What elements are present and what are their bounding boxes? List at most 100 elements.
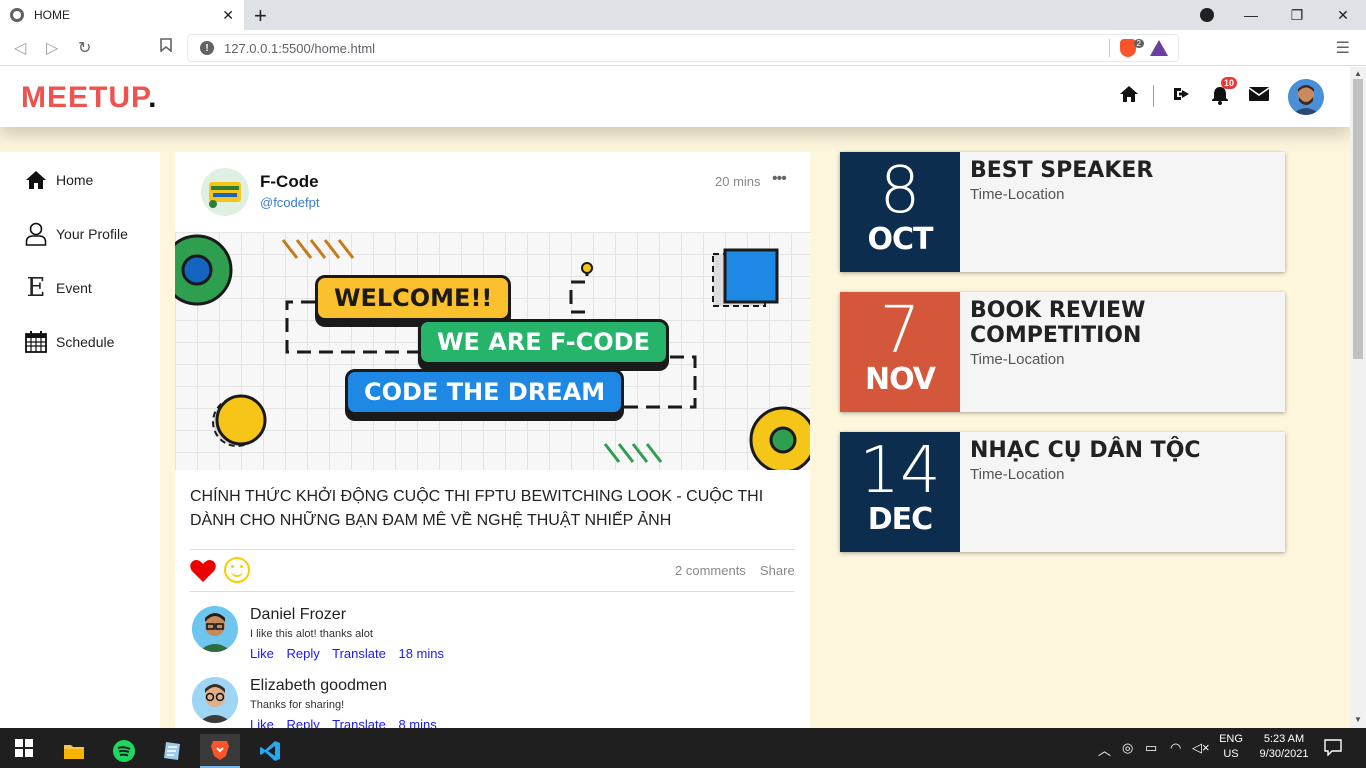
back-icon[interactable]: ◁ <box>14 38 26 58</box>
bookmark-icon[interactable] <box>160 38 172 57</box>
sidebar-item-label: Your Profile <box>56 226 128 242</box>
event-location: Time-Location <box>970 351 1065 368</box>
comment-reply-link[interactable]: Reply <box>286 717 319 728</box>
comment-text: Thanks for sharing! <box>250 699 345 711</box>
commenter-avatar[interactable] <box>192 606 238 652</box>
sidebar-item-label: Schedule <box>56 334 115 350</box>
comment-like-link[interactable]: Like <box>250 646 274 661</box>
sidebar-item-schedule[interactable]: Schedule <box>24 330 114 354</box>
event-month: NOV <box>864 362 936 397</box>
meet-now-icon[interactable]: ◎ <box>1122 740 1133 756</box>
sidebar-item-home[interactable]: Home <box>24 168 93 192</box>
sidebar-item-label: Home <box>56 172 94 188</box>
post-banner-image: WELCOME!! WE ARE F-CODE CODE THE DREAM <box>175 232 810 470</box>
clock-date: 9/30/2021 <box>1259 748 1309 760</box>
vscode-icon[interactable] <box>250 734 290 768</box>
keyboard-layout: US <box>1223 748 1239 760</box>
home-icon <box>24 168 48 192</box>
event-location: Time-Location <box>970 466 1065 483</box>
chevron-down-icon[interactable] <box>1184 0 1230 30</box>
notification-center-icon[interactable] <box>1324 738 1342 759</box>
post-author-handle[interactable]: @fcodefpt <box>260 195 319 210</box>
browser-tab-home[interactable]: HOME ✕ <box>0 0 244 30</box>
user-icon <box>24 222 48 246</box>
sidebar-item-event[interactable]: E Event <box>24 273 92 303</box>
omnibox[interactable]: ! 127.0.0.1:5500/home.html 2 <box>187 34 1179 62</box>
url-text[interactable]: 127.0.0.1:5500/home.html <box>224 41 1109 56</box>
scroll-up-icon[interactable]: ▲ <box>1354 69 1362 78</box>
heart-icon[interactable] <box>190 559 216 590</box>
comments-count[interactable]: 2 comments <box>675 563 746 578</box>
post-author-name[interactable]: F-Code <box>260 172 319 192</box>
battery-icon[interactable]: ▭ <box>1145 740 1157 756</box>
sidebar-item-label: Event <box>56 280 92 296</box>
home-icon[interactable] <box>1119 85 1139 109</box>
windows-start-icon[interactable] <box>4 728 44 768</box>
brave-shield-icon[interactable]: 2 <box>1120 39 1144 57</box>
wifi-icon[interactable]: ◠ <box>1170 740 1181 756</box>
spotify-icon[interactable] <box>104 734 144 768</box>
logout-icon[interactable] <box>1172 85 1192 109</box>
language-indicator[interactable]: ENG US <box>1216 733 1246 760</box>
clock[interactable]: 5:23 AM 9/30/2021 <box>1252 733 1316 760</box>
volume-icon[interactable]: ◁× <box>1192 740 1210 756</box>
event-title: NHẠC CỤ DÂN TỘC <box>970 438 1201 463</box>
event-card[interactable]: 14 DEC NHẠC CỤ DÂN TỘC Time-Location <box>840 432 1285 552</box>
more-options-icon[interactable]: ••• <box>772 170 787 188</box>
minimize-button[interactable]: — <box>1228 0 1274 30</box>
comment-translate-link[interactable]: Translate <box>332 717 386 728</box>
comment-actions: Like Reply Translate 8 mins <box>250 717 446 728</box>
event-card[interactable]: 7 NOV BOOK REVIEW COMPETITION Time-Locat… <box>840 292 1285 412</box>
event-date-block: 8 OCT <box>840 152 960 272</box>
reload-icon[interactable]: ↻ <box>78 38 91 58</box>
share-button[interactable]: Share <box>760 563 795 578</box>
brave-browser-icon[interactable] <box>200 734 240 768</box>
browser-menu-icon[interactable]: ☰ <box>1336 38 1350 58</box>
mail-icon[interactable] <box>1248 85 1270 108</box>
scroll-down-icon[interactable]: ▼ <box>1354 715 1362 724</box>
sidebar-item-profile[interactable]: Your Profile <box>24 222 128 246</box>
brave-rewards-icon[interactable] <box>1150 40 1168 56</box>
tab-close-icon[interactable]: ✕ <box>222 7 234 24</box>
event-day: 8 <box>879 154 921 228</box>
post-author-avatar[interactable] <box>201 168 249 216</box>
smile-icon[interactable] <box>224 557 250 583</box>
event-month: OCT <box>867 222 934 257</box>
address-bar-row: ◁ ▷ ↻ ! 127.0.0.1:5500/home.html 2 ☰ <box>0 30 1366 66</box>
site-header: MEETUP. 10 <box>0 67 1350 127</box>
maximize-button[interactable]: ❐ <box>1274 0 1320 30</box>
post-text: CHÍNH THỨC KHỞI ĐỘNG CUỘC THI FPTU BEWIT… <box>190 488 764 529</box>
commenter-name[interactable]: Elizabeth goodmen <box>250 677 387 695</box>
scrollbar-thumb[interactable] <box>1353 79 1363 359</box>
info-icon[interactable]: ! <box>200 41 214 55</box>
event-card[interactable]: 8 OCT BEST SPEAKER Time-Location <box>840 152 1285 272</box>
event-day: 7 <box>879 294 921 368</box>
tab-title: HOME <box>34 8 70 22</box>
commenter-name[interactable]: Daniel Frozer <box>250 606 346 624</box>
new-tab-button[interactable]: + <box>254 3 267 29</box>
forward-icon[interactable]: ▷ <box>46 38 58 58</box>
tray-chevron-icon[interactable]: ︿ <box>1098 740 1111 759</box>
comment-like-link[interactable]: Like <box>250 717 274 728</box>
language-code: ENG <box>1219 733 1243 745</box>
event-title: BOOK REVIEW COMPETITION <box>970 298 1146 348</box>
notes-app-icon[interactable] <box>152 734 192 768</box>
comment-translate-link[interactable]: Translate <box>332 646 386 661</box>
page-content: MEETUP. 10 Home Your Profile E Event Sch… <box>0 67 1350 728</box>
post-time: 20 mins <box>715 174 761 189</box>
commenter-avatar[interactable] <box>192 677 238 723</box>
user-avatar[interactable] <box>1288 79 1324 115</box>
comment-reply-link[interactable]: Reply <box>286 646 319 661</box>
browser-tab-strip: HOME ✕ + — ❐ ✕ <box>0 0 1366 30</box>
comment-time: 18 mins <box>398 646 444 661</box>
comment-item: Elizabeth goodmen Thanks for sharing! Li… <box>190 675 790 728</box>
window-close-button[interactable]: ✕ <box>1320 0 1366 30</box>
windows-taskbar: ︿ ◎ ▭ ◠ ◁× ENG US 5:23 AM 9/30/2021 <box>0 728 1366 768</box>
file-explorer-icon[interactable] <box>54 734 94 768</box>
comment-text: I like this alot! thanks alot <box>250 628 373 640</box>
page-scrollbar[interactable]: ▲ ▼ <box>1350 67 1366 728</box>
site-logo[interactable]: MEETUP. <box>21 81 158 115</box>
event-date-block: 7 NOV <box>840 292 960 412</box>
notification-badge: 10 <box>1221 77 1238 89</box>
globe-icon <box>10 8 24 22</box>
